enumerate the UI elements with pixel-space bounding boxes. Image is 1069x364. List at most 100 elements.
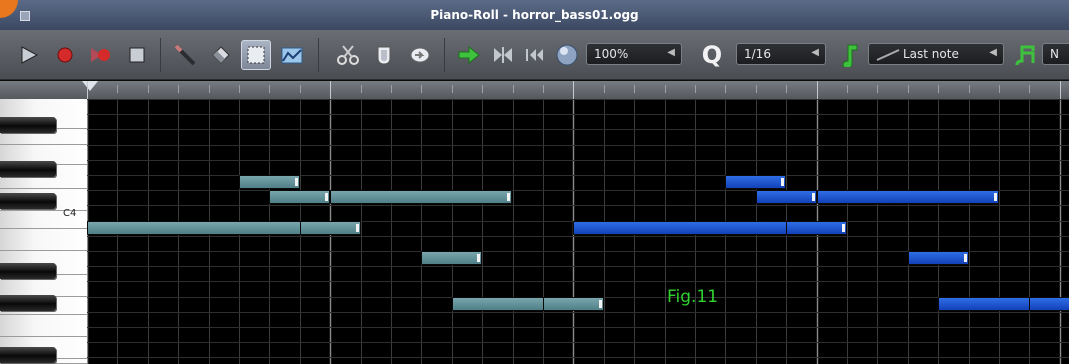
detune-mode-button[interactable] [277,40,307,70]
note-block[interactable] [543,297,604,311]
note-block[interactable] [786,221,847,235]
black-key[interactable] [0,193,56,209]
stop-button[interactable] [122,40,152,70]
play-button[interactable] [14,40,44,70]
ruler-bar-tick [330,81,331,99]
loop-points-button[interactable] [488,40,518,70]
ruler-bar-tick [1060,81,1061,99]
white-key[interactable] [0,229,87,251]
ruler-tick [239,85,240,93]
pencil-icon [174,44,196,66]
paste-button[interactable] [405,40,435,70]
arrow-right-icon [458,46,480,64]
note-resize-handle[interactable] [477,254,480,262]
c4-label: C4 [63,208,77,219]
ruler-tick [634,85,635,93]
window-title: Piano-Roll - horror_bass01.ogg [430,8,639,22]
record-button[interactable] [50,40,80,70]
paste-icon [410,47,430,63]
note-resize-handle[interactable] [599,300,602,308]
rewind-start-icon [526,49,543,61]
note-resize-handle[interactable] [507,193,510,201]
record-icon [57,47,73,63]
draw-mode-button[interactable] [170,40,200,70]
ruler-tick [452,85,453,93]
note-block[interactable] [817,190,999,204]
note-block[interactable] [908,251,969,265]
note-block[interactable] [300,221,361,235]
piano-roll-window: Piano-Roll - horror_bass01.ogg 100% ◀ Q … [0,0,1069,364]
detune-icon [281,47,303,64]
note-resize-handle[interactable] [356,224,359,232]
select-icon [247,46,265,64]
white-key[interactable] [0,315,87,337]
autoscroll-button[interactable] [454,40,484,70]
note-resize-handle[interactable] [842,224,845,232]
erase-mode-button[interactable] [206,40,236,70]
note-block[interactable] [725,175,786,189]
ruler-tick [209,85,210,93]
toolbar-separator [444,38,445,72]
quantize-label: Q [701,41,723,69]
ruler-tick [148,85,149,93]
note-block[interactable] [269,190,330,204]
note-block[interactable] [239,175,300,189]
note-block[interactable] [756,190,817,204]
timeline-ruler[interactable] [0,81,1069,99]
scale-value: N [1050,47,1059,61]
piano-keyboard[interactable]: C4 [0,99,87,364]
zoom-dropdown[interactable]: 100% ◀ [586,43,682,65]
copy-button[interactable] [369,40,399,70]
quantize-dropdown[interactable]: 1/16 ◀ [736,43,826,65]
note-resize-handle[interactable] [781,178,784,186]
ruler-tick [1029,85,1030,93]
loop-points-icon [494,47,512,63]
note-resize-handle[interactable] [964,254,967,262]
record-play-icon [91,48,110,62]
ruler-tick [300,85,301,93]
note-resize-handle[interactable] [994,193,997,201]
scissors-icon [337,45,359,65]
eraser-icon [212,46,230,64]
ruler-tick [877,85,878,93]
ruler-tick [269,85,270,93]
black-key[interactable] [0,161,56,177]
note-length-dropdown[interactable]: Last note ◀ [868,43,1004,65]
note-block[interactable] [1029,297,1069,311]
ruler-tick [969,85,970,93]
playhead-marker[interactable] [82,81,98,91]
ruler-tick [725,85,726,93]
select-mode-button[interactable] [241,40,271,70]
record-while-playing-button[interactable] [86,40,116,70]
chevron-left-icon: ◀ [989,47,997,58]
note-resize-handle[interactable] [812,193,815,201]
black-key[interactable] [0,347,56,363]
ruler-tick [391,85,392,93]
ruler-tick [908,85,909,93]
chevron-left-icon: ◀ [811,47,819,58]
note-block[interactable] [573,221,816,235]
stop-behaviour-button[interactable] [520,40,550,70]
title-bar: Piano-Roll - horror_bass01.ogg [0,0,1069,30]
black-key[interactable] [0,295,56,311]
ruler-tick [604,85,605,93]
ruler-tick [847,85,848,93]
ruler-tick [543,85,544,93]
black-key[interactable] [0,117,56,133]
note-resize-handle[interactable] [325,193,328,201]
cut-button[interactable] [333,40,363,70]
black-key[interactable] [0,263,56,279]
toolbar-separator [160,38,161,72]
note-resize-handle[interactable] [295,178,298,186]
scale-dropdown[interactable]: N [1042,43,1069,65]
note-block[interactable] [330,190,512,204]
note-block[interactable] [421,251,482,265]
note-grid[interactable]: Fig.11 [87,99,1069,364]
zoom-icon [552,40,582,70]
ruler-bar-tick [817,81,818,99]
stop-icon [129,47,145,63]
ruler-bar-tick [87,81,88,99]
note-block[interactable] [87,221,330,235]
ruler-tick [117,85,118,93]
quantize-value: 1/16 [744,47,771,61]
